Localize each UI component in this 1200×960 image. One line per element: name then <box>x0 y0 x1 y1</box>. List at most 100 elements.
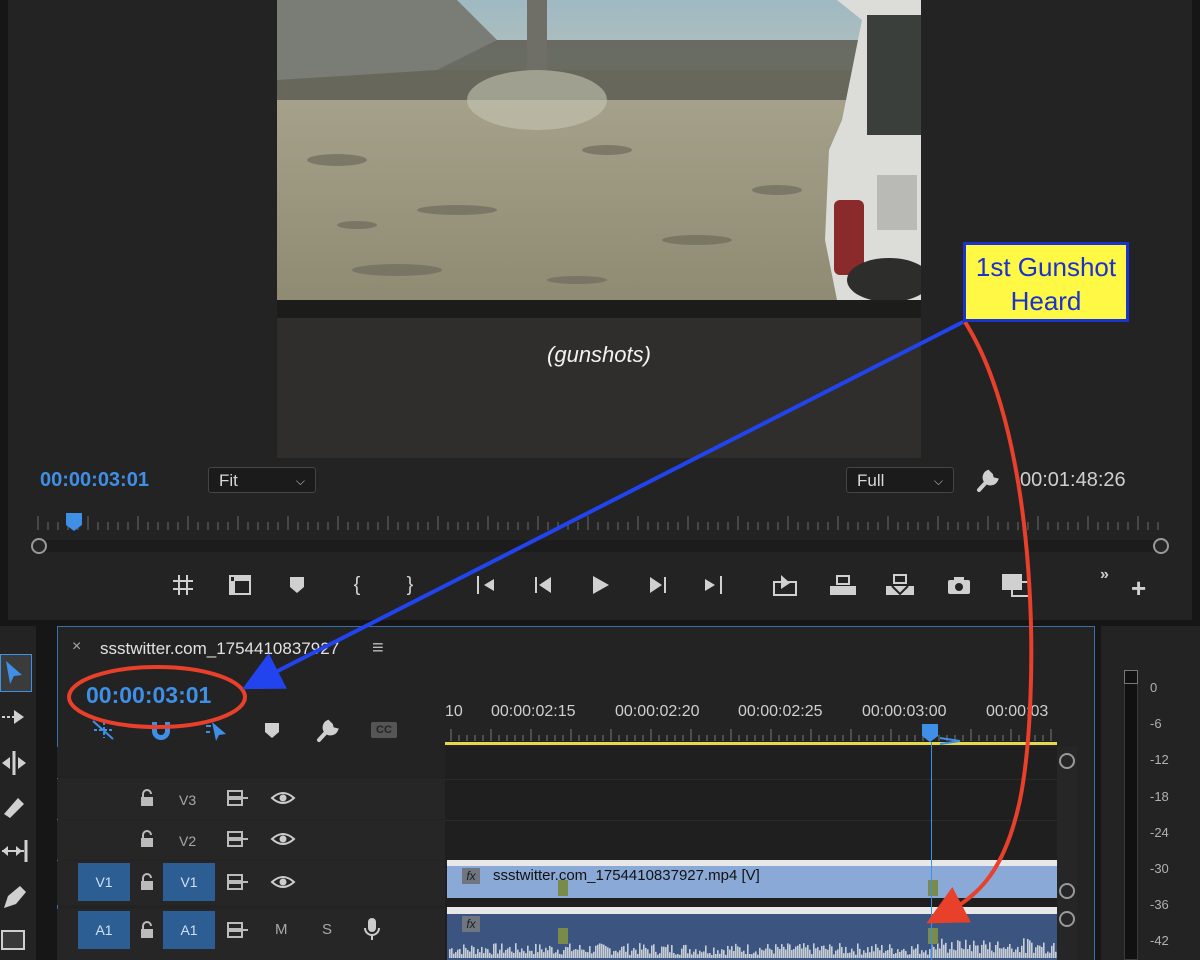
timeline-timecode[interactable]: 00:00:03:01 <box>86 682 211 709</box>
video-clip[interactable]: fx ssstwitter.com_1754410837927.mp4 [V] <box>447 866 1057 898</box>
sync-lock-icon[interactable] <box>226 788 250 813</box>
track-header-spacer <box>57 747 445 778</box>
timeline-vertical-scrollbar[interactable] <box>1057 747 1077 960</box>
scroll-handle-bottom[interactable] <box>1059 883 1075 899</box>
fx-badge[interactable]: fx <box>462 868 480 884</box>
mute-button[interactable]: M <box>275 921 288 938</box>
playhead-line[interactable] <box>931 742 932 960</box>
add-marker-icon[interactable] <box>277 565 317 605</box>
add-button-icon[interactable]: + <box>1131 575 1146 601</box>
annotation-line-1: 1st Gunshot <box>975 252 1117 282</box>
keyframe-marker[interactable] <box>928 928 938 944</box>
sync-lock-icon[interactable] <box>226 829 250 854</box>
meter-label: -6 <box>1150 716 1162 731</box>
ripple-edit-tool-icon[interactable] <box>0 748 30 783</box>
ruler-tick-label: 00:00:02:25 <box>738 703 823 720</box>
eye-icon[interactable] <box>270 829 296 854</box>
video-frame[interactable]: (gunshots) <box>277 0 921 458</box>
linked-selection-icon[interactable] <box>204 718 232 747</box>
meter-label: 0 <box>1150 680 1158 695</box>
add-marker-icon[interactable] <box>262 720 282 745</box>
go-to-in-icon[interactable] <box>466 565 506 605</box>
track-label-v2[interactable]: V2 <box>179 833 196 849</box>
go-to-out-icon[interactable] <box>695 565 735 605</box>
ruler-tick-label: 00:00:02:15 <box>491 703 576 720</box>
keyframe-marker[interactable] <box>928 880 938 896</box>
meter-label: -12 <box>1150 752 1169 767</box>
lift-icon[interactable] <box>765 565 805 605</box>
captions-cc-icon[interactable]: CC <box>371 722 397 738</box>
ruler-tick-label: 00:00:03 <box>986 703 1049 720</box>
audio-clip[interactable]: fx <box>447 914 1057 960</box>
snap-magnet-icon[interactable] <box>148 718 174 747</box>
insert-icon[interactable] <box>880 565 920 605</box>
slip-tool-icon[interactable] <box>0 836 30 871</box>
playhead-timecode[interactable]: 00:00:03:01 <box>40 469 149 492</box>
lock-icon[interactable] <box>138 872 156 897</box>
divider <box>445 820 1057 821</box>
safe-margins-icon[interactable] <box>220 565 260 605</box>
meter-label: -30 <box>1150 861 1169 876</box>
tools-panel <box>0 626 36 960</box>
sync-lock-icon[interactable] <box>226 872 250 897</box>
grid-overlay-icon[interactable] <box>163 565 203 605</box>
timeline-playhead-marker[interactable] <box>920 724 964 746</box>
audio-meter-bar <box>1124 670 1138 960</box>
sequence-tab-title[interactable]: ssstwitter.com_1754410837927 <box>100 639 339 659</box>
lock-icon[interactable] <box>138 829 156 854</box>
microphone-icon[interactable] <box>362 916 382 947</box>
scroll-handle-right[interactable] <box>1153 538 1169 554</box>
gunshot-annotation-box: 1st Gunshot Heard <box>963 242 1129 322</box>
scroll-handle-left[interactable] <box>31 538 47 554</box>
export-frame-icon[interactable] <box>939 565 979 605</box>
source-patch-v1[interactable]: V1 <box>78 863 130 901</box>
lock-icon[interactable] <box>138 788 156 813</box>
rectangle-tool-icon[interactable] <box>0 928 30 959</box>
sync-lock-icon[interactable] <box>226 920 250 945</box>
meter-label: -42 <box>1150 933 1169 948</box>
eye-icon[interactable] <box>270 788 296 813</box>
track-select-tool-icon[interactable] <box>0 702 30 737</box>
zoom-level-select[interactable]: Fit ⌵ <box>208 467 316 493</box>
chevron-down-icon: ⌵ <box>933 474 943 488</box>
extract-icon[interactable] <box>823 565 863 605</box>
track-label-v3[interactable]: V3 <box>179 792 196 808</box>
mark-out-icon[interactable]: } <box>390 565 430 605</box>
track-target-v1[interactable]: V1 <box>163 863 215 901</box>
panel-menu-icon[interactable]: ≡ <box>372 637 384 660</box>
keyframe-marker[interactable] <box>558 880 568 896</box>
monitor-time-ruler[interactable] <box>28 510 1178 560</box>
zoom-level-value: Fit <box>219 471 238 490</box>
eye-icon[interactable] <box>270 872 296 897</box>
step-back-icon[interactable] <box>523 565 563 605</box>
scroll-handle-top[interactable] <box>1059 753 1075 769</box>
selection-tool-icon[interactable] <box>0 654 32 692</box>
comparison-view-icon[interactable] <box>996 565 1036 605</box>
video-image <box>277 0 921 458</box>
wrench-icon[interactable] <box>975 466 1001 494</box>
lock-icon[interactable] <box>138 920 156 945</box>
track-target-a1[interactable]: A1 <box>163 911 215 949</box>
source-patch-a1[interactable]: A1 <box>78 911 130 949</box>
overflow-chevron-icon[interactable]: » <box>1100 566 1109 584</box>
pen-tool-icon[interactable] <box>0 882 30 917</box>
play-icon[interactable] <box>580 565 620 605</box>
ruler-tick-label: 00:00:02:20 <box>615 703 700 720</box>
ruler-tick-label: 00:00:03:00 <box>862 703 947 720</box>
mark-in-icon[interactable]: { <box>337 565 377 605</box>
meter-clip-indicator[interactable] <box>1124 670 1138 684</box>
keyframe-marker[interactable] <box>558 928 568 944</box>
timeline-ruler[interactable]: 10 00:00:02:15 00:00:02:20 00:00:02:25 0… <box>445 697 1057 747</box>
razor-tool-icon[interactable] <box>0 792 30 827</box>
work-area-bar[interactable] <box>445 742 1057 745</box>
zoom-scrollbar[interactable] <box>38 540 1162 552</box>
meter-label: -18 <box>1150 789 1169 804</box>
audio-scroll-handle[interactable] <box>1059 911 1075 927</box>
playback-resolution-select[interactable]: Full ⌵ <box>846 467 954 493</box>
solo-button[interactable]: S <box>322 921 332 938</box>
step-forward-icon[interactable] <box>638 565 678 605</box>
nest-toggle-icon[interactable] <box>90 718 118 747</box>
timeline-settings-wrench-icon[interactable] <box>315 716 341 749</box>
close-tab-icon[interactable]: × <box>72 638 81 656</box>
annotation-line-2: Heard <box>1010 286 1082 316</box>
